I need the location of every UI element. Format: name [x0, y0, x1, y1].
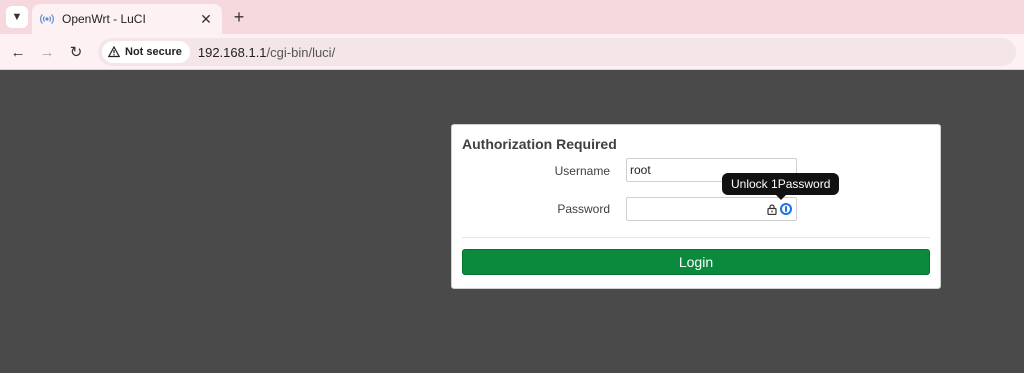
security-label: Not secure — [125, 46, 182, 58]
warning-triangle-icon — [108, 46, 120, 58]
divider — [462, 237, 930, 238]
tab-strip: ▼ OpenWrt - LuCI ✕ + — [0, 0, 1024, 34]
arrow-left-icon: ← — [10, 43, 26, 61]
browser-toolbar: ← → ↻ Not secure 192.168.1.1/cgi-bin/luc… — [0, 34, 1024, 70]
reload-button[interactable]: ↻ — [65, 41, 87, 63]
chevron-down-icon: ▼ — [11, 11, 23, 23]
url-host: 192.168.1.1 — [197, 44, 267, 60]
login-panel: Authorization Required Username root Pas… — [451, 124, 941, 289]
new-tab-button[interactable]: + — [228, 6, 250, 28]
login-button[interactable]: Login — [462, 249, 930, 275]
plus-icon: + — [233, 6, 245, 27]
reload-icon: ↻ — [69, 44, 83, 61]
forward-button[interactable]: → — [36, 41, 58, 63]
tab-search-button[interactable]: ▼ — [6, 6, 28, 28]
username-label: Username — [554, 164, 610, 178]
1password-icon[interactable] — [780, 203, 792, 215]
password-autofill-icons — [767, 203, 792, 215]
url-path: /cgi-bin/luci/ — [266, 44, 336, 60]
panel-title: Authorization Required — [462, 136, 617, 152]
close-icon[interactable]: ✕ — [198, 11, 214, 28]
radio-waves-icon — [40, 12, 54, 26]
tab-openwrt[interactable]: OpenWrt - LuCI ✕ — [32, 4, 222, 34]
password-field[interactable] — [626, 197, 797, 221]
url-text: 192.168.1.1/cgi-bin/luci/ — [198, 45, 335, 60]
1password-tooltip: Unlock 1Password — [722, 173, 840, 195]
password-label: Password — [557, 202, 610, 216]
arrow-right-icon: → — [39, 43, 55, 61]
address-bar[interactable]: Not secure 192.168.1.1/cgi-bin/luci/ — [98, 38, 1016, 66]
lock-icon[interactable] — [767, 203, 777, 215]
back-button[interactable]: ← — [7, 41, 29, 63]
tab-title: OpenWrt - LuCI — [62, 12, 146, 26]
security-indicator[interactable]: Not secure — [102, 41, 190, 63]
tooltip-arrow — [776, 195, 786, 200]
